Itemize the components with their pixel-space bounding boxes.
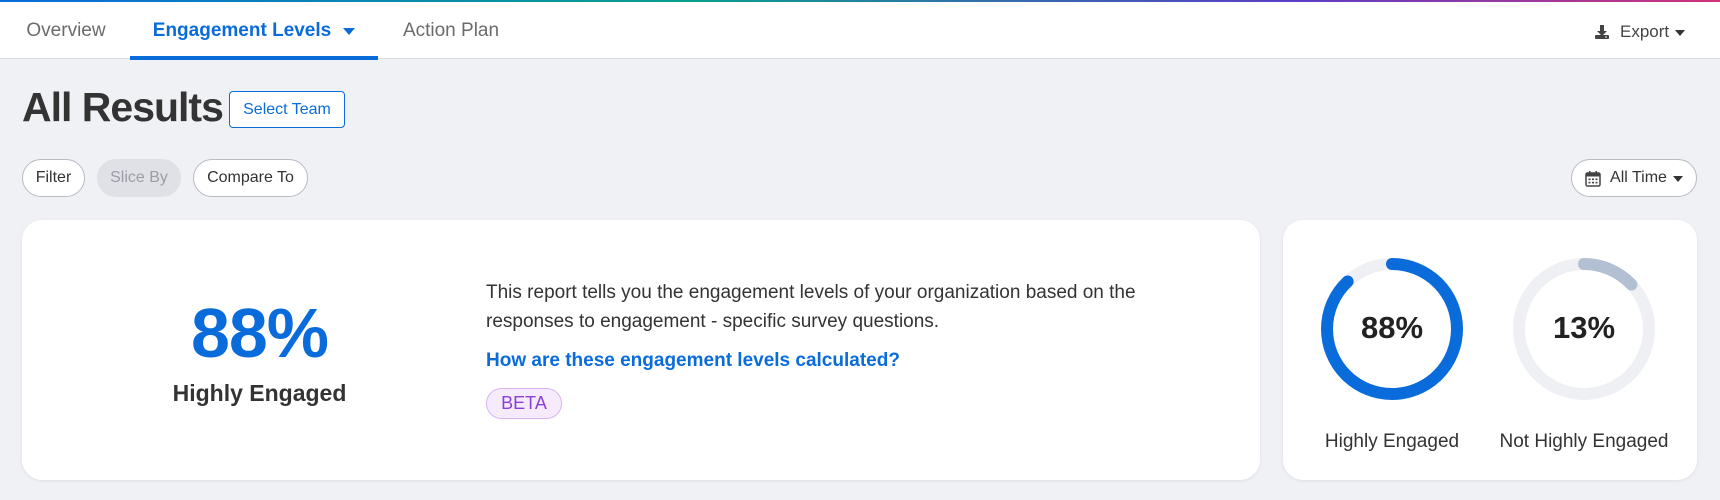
- tab-action-plan[interactable]: Action Plan: [398, 2, 504, 59]
- select-team-button[interactable]: Select Team: [229, 91, 345, 128]
- donut-label-highly-engaged: Highly Engaged: [1324, 431, 1460, 452]
- export-label: Export: [1620, 22, 1670, 41]
- highly-engaged-label: Highly Engaged: [172, 380, 347, 406]
- donut-value-highly-engaged: 88%: [1360, 310, 1424, 345]
- tab-bar: Overview Engagement Levels Action Plan E…: [0, 2, 1720, 60]
- calendar-icon: [1585, 170, 1601, 187]
- beta-badge: BETA: [486, 388, 562, 419]
- export-button[interactable]: Export: [1594, 20, 1686, 44]
- chevron-down-icon: [343, 28, 356, 35]
- highly-engaged-percent: 88%: [190, 294, 329, 372]
- filter-button[interactable]: Filter: [22, 159, 85, 197]
- tab-overview[interactable]: Overview: [22, 2, 110, 59]
- download-icon: [1595, 25, 1609, 39]
- time-range-dropdown[interactable]: All Time: [1571, 159, 1697, 197]
- report-description: This report tells you the engagement lev…: [486, 282, 1136, 332]
- tab-engagement-levels-label: Engagement Levels: [152, 19, 332, 41]
- tab-engagement-levels[interactable]: Engagement Levels: [130, 2, 378, 60]
- tab-action-plan-label: Action Plan: [402, 19, 500, 41]
- time-range-label: All Time: [1610, 169, 1667, 186]
- donut-card: 88% 13% Highly Engaged Not Highly Engage…: [1283, 220, 1697, 480]
- donut-value-not-highly-engaged: 13%: [1552, 310, 1616, 345]
- calculation-help-link[interactable]: How are these engagement levels calculat…: [486, 350, 900, 372]
- chevron-down-icon: [1675, 30, 1686, 36]
- summary-card: 88% Highly Engaged This report tells you…: [22, 220, 1260, 480]
- page-title: All Results: [22, 84, 224, 130]
- compare-to-button[interactable]: Compare To: [193, 159, 308, 197]
- slice-by-button[interactable]: Slice By: [97, 159, 181, 197]
- chevron-down-icon: [1672, 176, 1683, 182]
- tab-overview-label: Overview: [26, 19, 106, 41]
- donut-label-not-highly-engaged: Not Highly Engaged: [1499, 431, 1669, 452]
